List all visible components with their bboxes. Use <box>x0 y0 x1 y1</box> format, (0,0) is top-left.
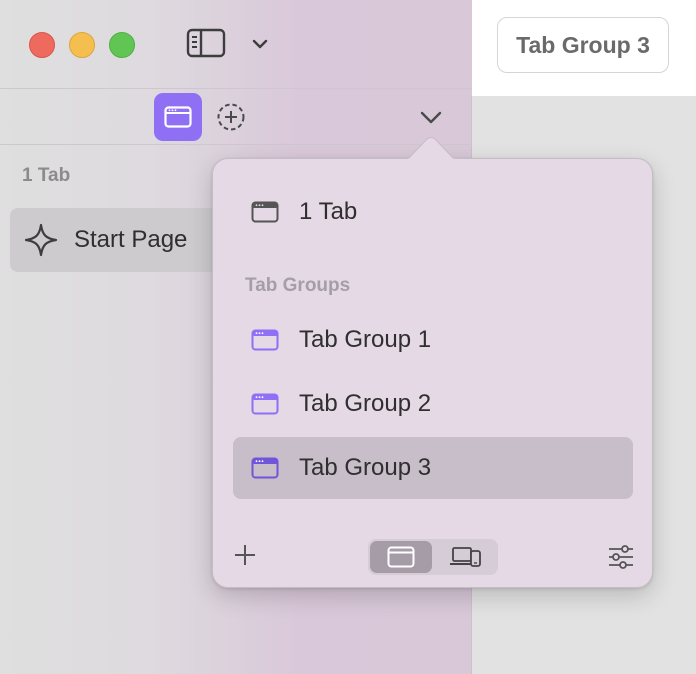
chevron-down-icon <box>420 111 442 124</box>
sidebar-icon <box>186 28 226 58</box>
tab-group-icon <box>251 457 279 479</box>
tab-group-settings-button[interactable] <box>606 544 636 570</box>
tab-group-label: Tab Group 1 <box>299 326 432 353</box>
tab-group-item[interactable]: Tab Group 1 <box>233 309 633 371</box>
sidebar-menu-chevron-button[interactable] <box>248 32 272 56</box>
sidebar-toggle-button[interactable] <box>184 26 228 60</box>
sidebar-item-label: Start Page <box>74 226 188 253</box>
tab-group-icon <box>251 329 279 351</box>
sliders-icon <box>609 545 633 569</box>
view-segmented-control <box>368 539 498 575</box>
zoom-window-button[interactable] <box>109 32 135 58</box>
this-device-segment[interactable] <box>370 541 432 573</box>
tab-group-icon <box>251 393 279 415</box>
tab-group-item[interactable]: Tab Group 2 <box>233 373 633 435</box>
popover-item-1-tab[interactable]: 1 Tab <box>233 181 633 243</box>
plus-icon <box>235 545 255 565</box>
devices-icon <box>450 547 481 567</box>
window-icon <box>387 546 415 568</box>
dashed-plus-circle-icon <box>217 103 245 131</box>
divider <box>0 144 472 145</box>
minimize-window-button[interactable] <box>69 32 95 58</box>
tab-group-picker-button[interactable] <box>416 104 446 130</box>
window-icon <box>251 201 279 223</box>
tab-group-label: Tab Group 3 <box>299 454 432 481</box>
tab-groups-popover: 1 Tab Tab Groups Tab Group 1 Tab Group 2… <box>212 158 653 588</box>
popover-item-label: 1 Tab <box>299 198 358 225</box>
tab-group-title[interactable]: Tab Group 3 <box>497 17 669 73</box>
chevron-down-icon <box>252 39 268 49</box>
tab-group-icon <box>164 106 192 128</box>
close-window-button[interactable] <box>29 32 55 58</box>
add-tab-group-button[interactable] <box>233 543 257 567</box>
divider <box>0 88 472 89</box>
sidebar-section-label: 1 Tab <box>22 165 71 186</box>
new-tab-group-button[interactable] <box>214 100 248 134</box>
all-devices-segment[interactable] <box>434 541 496 573</box>
tab-groups-section-label: Tab Groups <box>245 275 351 296</box>
sparkle-icon <box>24 223 58 257</box>
tab-group-item-selected[interactable]: Tab Group 3 <box>233 437 633 499</box>
tab-group-label: Tab Group 2 <box>299 390 432 417</box>
tab-groups-button[interactable] <box>154 93 202 141</box>
popover-arrow <box>408 137 454 160</box>
